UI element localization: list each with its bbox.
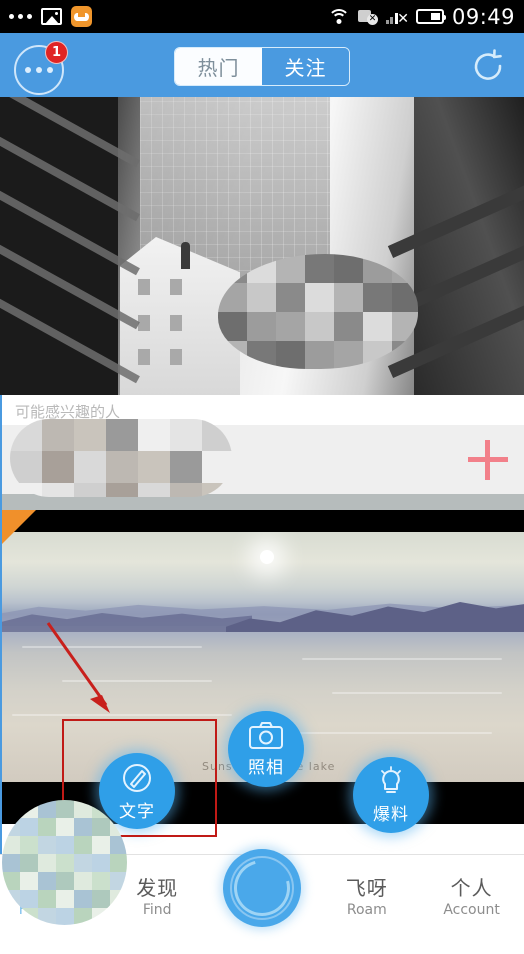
app-screen: ✕ ✕ 09:49 1 热门 关注 可能感兴趣的人 Sunset lake 文字… [0,0,524,954]
feed-post-photo-1[interactable] [0,97,524,395]
battery-icon [415,9,446,24]
nav-item-roam[interactable]: 飞呀 Roam [314,872,419,918]
tab-following[interactable]: 关注 [262,48,349,85]
game-icon [71,6,92,27]
more-menu-button[interactable]: 1 [14,41,68,95]
nav-label-cn: 发现 [136,876,179,900]
sync-disabled-icon: ✕ [357,9,378,25]
more-dots-icon [9,14,32,19]
clock: 09:49 [451,4,515,29]
add-friend-button[interactable] [468,440,508,480]
suggested-people-section: 可能感兴趣的人 [0,395,524,510]
refresh-button[interactable] [470,47,510,87]
nav-label-en: Roam [346,902,387,918]
mosaic-censor-blob [10,419,232,497]
mosaic-censor-blob [218,254,418,369]
wifi-icon [327,8,350,25]
nav-label-en: Find [142,902,172,918]
mosaic-censor-blob [2,800,127,925]
status-bar-right: ✕ ✕ 09:49 [327,4,515,29]
capture-button[interactable] [222,849,301,927]
lightbulb-icon [381,765,401,793]
compose-camera-button[interactable]: 照相 [228,711,304,787]
signal-no-service-icon: ✕ [385,10,409,26]
tab-hot[interactable]: 热门 [175,48,262,85]
camera-icon [249,721,283,749]
nav-center-slot [210,849,315,935]
refresh-icon [474,49,502,80]
status-bar: ✕ ✕ 09:49 [0,0,524,33]
nav-label-en: Account [443,902,500,918]
compose-camera-label: 照相 [248,757,284,778]
notification-badge: 1 [45,41,68,64]
photo-icon [41,8,62,25]
compose-tipoff-button[interactable]: 爆料 [353,757,429,833]
compose-tipoff-label: 爆料 [373,804,409,825]
nav-item-account[interactable]: 个人 Account [419,872,524,918]
nav-label-cn: 个人 [450,876,493,900]
annotation-arrow [46,622,110,713]
status-bar-left [9,6,92,27]
nav-label-cn: 飞呀 [345,876,388,900]
feed-tabs: 热门 关注 [174,47,350,86]
recommended-ribbon: 荐 [2,510,36,544]
app-header: 1 热门 关注 [0,33,524,97]
